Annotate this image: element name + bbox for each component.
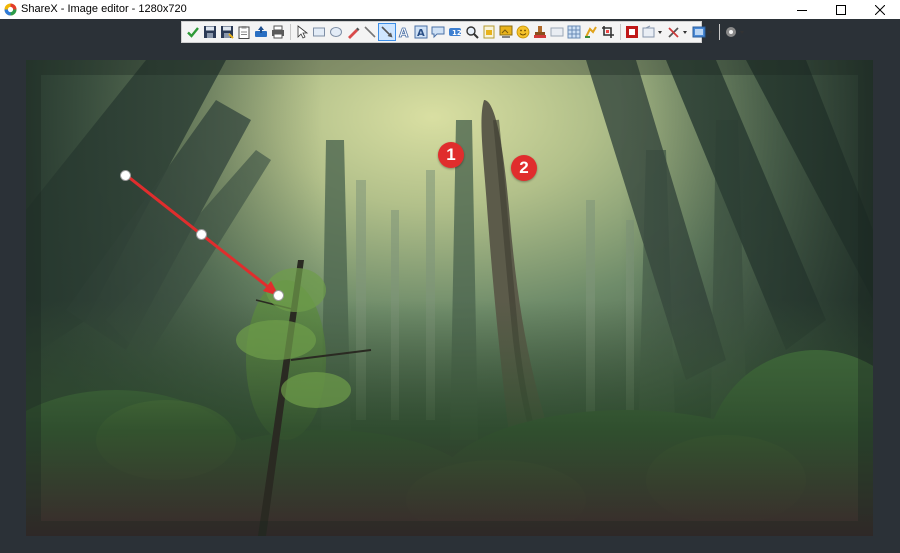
forest-photo	[26, 60, 873, 536]
arrow-end-handle[interactable]	[273, 290, 284, 301]
image-file-icon[interactable]	[481, 24, 497, 40]
highlight-icon[interactable]	[600, 24, 616, 40]
close-button[interactable]	[860, 0, 900, 19]
pixelate-icon[interactable]	[583, 24, 599, 40]
close-icon	[875, 4, 885, 15]
toolbar-separator	[290, 24, 291, 40]
smiley-icon[interactable]	[515, 24, 531, 40]
save-icon[interactable]	[202, 24, 218, 40]
cursor-icon[interactable]	[294, 24, 310, 40]
ellipse-icon[interactable]	[328, 24, 344, 40]
save-as-icon[interactable]	[219, 24, 235, 40]
maximize-icon	[836, 4, 846, 15]
blur-icon[interactable]	[566, 24, 582, 40]
minimize-button[interactable]	[782, 0, 822, 19]
upload-icon[interactable]	[253, 24, 269, 40]
eraser-icon[interactable]	[549, 24, 565, 40]
arrow-start-handle[interactable]	[120, 170, 131, 181]
svg-text:A: A	[399, 26, 409, 39]
border-color-icon[interactable]	[624, 24, 640, 40]
gear-icon[interactable]	[723, 24, 747, 40]
canvas-icon[interactable]	[691, 24, 715, 40]
checkmark-icon[interactable]	[185, 24, 201, 40]
editor-toolbar: A A 12	[181, 21, 744, 43]
line-icon[interactable]	[362, 24, 378, 40]
minimize-icon	[797, 9, 807, 11]
text-outline-icon[interactable]: A	[396, 24, 412, 40]
title-bar: ShareX - Image editor - 1280x720	[0, 0, 900, 19]
sharex-logo-icon	[4, 3, 17, 16]
maximize-button[interactable]	[821, 0, 861, 19]
arrow-icon[interactable]	[378, 23, 396, 41]
pen-icon[interactable]	[345, 24, 361, 40]
toolbar-separator	[719, 24, 720, 40]
window-title: ShareX - Image editor - 1280x720	[21, 3, 187, 15]
speech-balloon-icon[interactable]	[430, 24, 446, 40]
stamp-icon[interactable]	[532, 24, 548, 40]
clipboard-icon[interactable]	[236, 24, 252, 40]
step-icon[interactable]: 12	[447, 24, 463, 40]
image-screen-icon[interactable]	[498, 24, 514, 40]
text-background-icon[interactable]: A	[413, 24, 429, 40]
fill-icon[interactable]	[641, 24, 665, 40]
rectangle-icon[interactable]	[311, 24, 327, 40]
arrow-mid-handle[interactable]	[196, 229, 207, 240]
svg-text:12: 12	[452, 29, 462, 37]
svg-text:A: A	[417, 28, 425, 39]
print-icon[interactable]	[270, 24, 286, 40]
magnify-icon[interactable]	[464, 24, 480, 40]
step-marker-1[interactable]: 1	[438, 142, 464, 168]
tools-icon[interactable]	[666, 24, 690, 40]
step-marker-2[interactable]: 2	[511, 155, 537, 181]
toolbar-separator	[620, 24, 621, 40]
